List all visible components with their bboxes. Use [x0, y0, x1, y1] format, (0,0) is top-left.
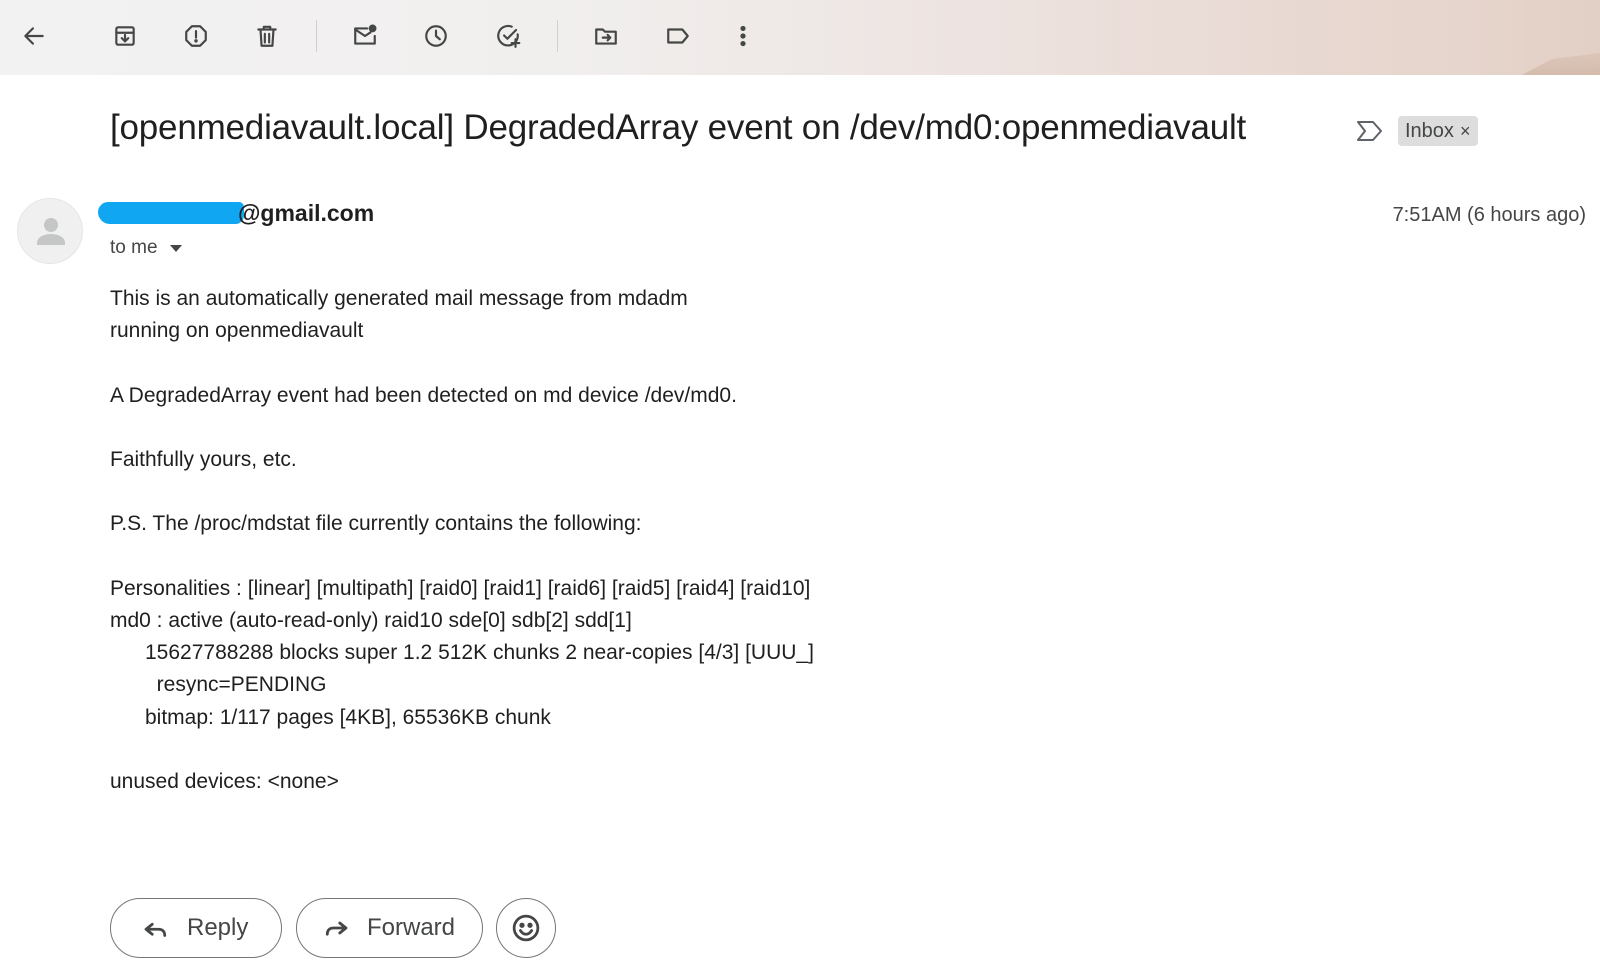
remove-label-button[interactable]: × — [1460, 121, 1471, 142]
forward-label: Forward — [367, 914, 456, 941]
report-spam-icon — [185, 25, 207, 47]
reply-button[interactable]: Reply — [110, 898, 282, 958]
move-to-button[interactable] — [588, 18, 624, 54]
sender-domain: @gmail.com — [238, 200, 375, 226]
reply-icon — [144, 922, 167, 937]
toolbar-divider — [316, 20, 317, 52]
label-chip-text: Inbox — [1405, 119, 1454, 142]
emoji-icon — [512, 914, 540, 942]
add-to-tasks-icon — [497, 24, 521, 48]
more-options-button[interactable] — [725, 18, 761, 54]
recipient-label: to me — [110, 237, 158, 258]
label-chip-inbox[interactable]: Inbox × — [1398, 116, 1479, 146]
add-to-tasks-button[interactable] — [491, 18, 527, 54]
forward-button[interactable]: Forward — [296, 898, 483, 958]
reply-label: Reply — [187, 914, 249, 941]
snooze-icon — [425, 25, 447, 47]
email-timestamp: 7:51AM (6 hours ago) — [1392, 204, 1586, 226]
avatar[interactable] — [17, 198, 83, 264]
importance-marker-icon — [1357, 121, 1382, 141]
email-body: This is an automatically generated mail … — [110, 287, 814, 794]
archive-icon — [115, 26, 135, 46]
delete-button[interactable] — [249, 18, 285, 54]
label-button[interactable] — [660, 18, 696, 54]
importance-marker[interactable] — [1355, 118, 1385, 144]
recipient-details-toggle[interactable]: to me — [110, 237, 182, 259]
report-spam-button[interactable] — [178, 18, 214, 54]
email-subject: [openmediavault.local] DegradedArray eve… — [110, 108, 1247, 147]
mark-unread-button[interactable] — [347, 18, 383, 54]
more-vert-icon — [740, 25, 746, 47]
label-icon — [667, 28, 689, 44]
toolbar — [0, 0, 1600, 75]
back-button[interactable] — [16, 18, 52, 54]
forward-icon — [325, 921, 348, 936]
move-to-icon — [595, 28, 617, 45]
default-avatar-icon — [37, 218, 65, 245]
sender-address[interactable]: @gmail.com — [98, 200, 374, 227]
delete-icon — [257, 25, 277, 47]
snooze-button[interactable] — [418, 18, 454, 54]
archive-button[interactable] — [107, 18, 143, 54]
redacted-sender-name — [98, 202, 244, 224]
mark-unread-icon — [354, 24, 377, 45]
emoji-reaction-button[interactable] — [496, 898, 556, 958]
toolbar-divider — [557, 20, 558, 52]
back-arrow-icon — [24, 27, 44, 45]
chevron-down-icon — [169, 244, 182, 252]
